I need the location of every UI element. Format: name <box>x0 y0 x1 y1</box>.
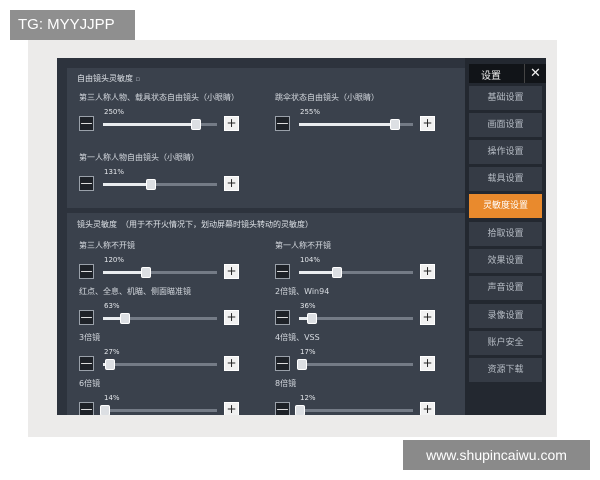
slider-handle[interactable] <box>145 179 156 190</box>
menu-item-controls[interactable]: 操作设置 <box>469 140 542 164</box>
increase-button[interactable]: + <box>420 116 435 131</box>
decrease-button[interactable]: — <box>79 402 94 415</box>
sensitivity-slider[interactable] <box>299 267 413 278</box>
camera-setting: 3倍镜 27% — + <box>79 332 254 382</box>
increase-button[interactable]: + <box>224 264 239 279</box>
slider-handle[interactable] <box>295 405 306 415</box>
sensitivity-slider[interactable] <box>103 119 217 130</box>
slider-handle[interactable] <box>119 313 130 324</box>
increase-button[interactable]: + <box>420 310 435 325</box>
decrease-button[interactable]: — <box>275 264 290 279</box>
camera-setting: 4倍镜、VSS 17% — + <box>275 332 450 382</box>
increase-button[interactable]: + <box>224 310 239 325</box>
slider-handle[interactable] <box>389 119 400 130</box>
camera-sensitivity-title: 镜头灵敏度 （用于不开火情况下，划动屏幕时镜头转动的灵敏度） <box>77 220 313 229</box>
menu-item-basic[interactable]: 基础设置 <box>469 86 542 110</box>
sensitivity-slider[interactable] <box>295 405 413 415</box>
camera-setting: 第一人称不开镜 104% — + <box>275 240 450 290</box>
slider-handle[interactable] <box>141 267 152 278</box>
decrease-button[interactable]: — <box>275 310 290 325</box>
slider-handle[interactable] <box>191 119 202 130</box>
menu-item-audio[interactable]: 声音设置 <box>469 276 542 300</box>
game-settings-screen: 自由镜头灵敏度 ▫ 第三人称人物、载具状态自由镜头（小眼睛） 250% — + … <box>57 58 546 415</box>
menu-item-graphics[interactable]: 画面设置 <box>469 113 542 137</box>
sensitivity-slider[interactable] <box>103 359 217 370</box>
decrease-button[interactable]: — <box>275 402 290 415</box>
sensitivity-slider[interactable] <box>299 119 413 130</box>
menu-item-replay[interactable]: 录像设置 <box>469 304 542 328</box>
sensitivity-slider[interactable] <box>103 267 217 278</box>
slider-handle[interactable] <box>306 313 317 324</box>
settings-menu: 设置 ✕ 基础设置 画面设置 操作设置 载具设置 灵敏度设置 拾取设置 效果设置… <box>465 58 546 415</box>
free-look-setting: 第一人称人物自由镜头（小眼睛） 131% — + <box>79 152 254 202</box>
slider-handle[interactable] <box>100 405 111 415</box>
increase-button[interactable]: + <box>224 116 239 131</box>
decrease-button[interactable]: — <box>79 176 94 191</box>
watermark-bottom-right: www.shupincaiwu.com <box>403 440 590 470</box>
sensitivity-slider[interactable] <box>297 359 413 370</box>
increase-button[interactable]: + <box>420 356 435 371</box>
increase-button[interactable]: + <box>224 402 239 415</box>
decrease-button[interactable]: — <box>275 356 290 371</box>
camera-setting: 2倍镜、Win94 36% — + <box>275 286 450 336</box>
camera-setting: 红点、全息、机瞄、侧面瞄准镜 63% — + <box>79 286 254 336</box>
menu-item-resources[interactable]: 资源下载 <box>469 358 542 382</box>
free-look-setting: 跳伞状态自由镜头（小眼睛） 255% — + <box>275 92 450 142</box>
sensitivity-slider[interactable] <box>103 179 217 190</box>
sensitivity-content: 自由镜头灵敏度 ▫ 第三人称人物、载具状态自由镜头（小眼睛） 250% — + … <box>57 58 465 415</box>
increase-button[interactable]: + <box>224 176 239 191</box>
increase-button[interactable]: + <box>420 402 435 415</box>
menu-item-sensitivity[interactable]: 灵敏度设置 <box>469 194 542 218</box>
menu-item-vehicle[interactable]: 载具设置 <box>469 167 542 191</box>
menu-item-account[interactable]: 账户安全 <box>469 331 542 355</box>
decrease-button[interactable]: — <box>79 356 94 371</box>
info-icon[interactable]: ▫ <box>136 75 141 83</box>
increase-button[interactable]: + <box>224 356 239 371</box>
slider-handle[interactable] <box>297 359 308 370</box>
decrease-button[interactable]: — <box>275 116 290 131</box>
camera-sensitivity-panel: 镜头灵敏度 （用于不开火情况下，划动屏幕时镜头转动的灵敏度） 第三人称不开镜 1… <box>67 213 465 415</box>
camera-setting: 6倍镜 14% — + <box>79 378 254 415</box>
decrease-button[interactable]: — <box>79 264 94 279</box>
menu-item-pickup[interactable]: 拾取设置 <box>469 222 542 246</box>
free-look-panel: 自由镜头灵敏度 ▫ 第三人称人物、载具状态自由镜头（小眼睛） 250% — + … <box>67 68 465 208</box>
screenshot: 自由镜头灵敏度 ▫ 第三人称人物、载具状态自由镜头（小眼睛） 250% — + … <box>0 0 600 480</box>
sensitivity-slider[interactable] <box>103 313 217 324</box>
slider-handle[interactable] <box>331 267 342 278</box>
watermark-top-left: TG: MYYJJPP <box>10 10 135 40</box>
menu-item-effects[interactable]: 效果设置 <box>469 249 542 273</box>
close-icon[interactable]: ✕ <box>524 64 546 83</box>
settings-title: 设置 <box>481 71 501 82</box>
free-look-title: 自由镜头灵敏度 ▫ <box>77 74 141 83</box>
sensitivity-slider[interactable] <box>100 405 217 415</box>
free-look-setting: 第三人称人物、载具状态自由镜头（小眼睛） 250% — + <box>79 93 239 131</box>
settings-menu-header: 设置 ✕ <box>469 64 546 83</box>
sensitivity-slider[interactable] <box>299 313 413 324</box>
slider-handle[interactable] <box>104 359 115 370</box>
camera-setting: 8倍镜 12% — + <box>275 378 450 415</box>
decrease-button[interactable]: — <box>79 116 94 131</box>
decrease-button[interactable]: — <box>79 310 94 325</box>
camera-setting: 第三人称不开镜 120% — + <box>79 240 254 290</box>
increase-button[interactable]: + <box>420 264 435 279</box>
